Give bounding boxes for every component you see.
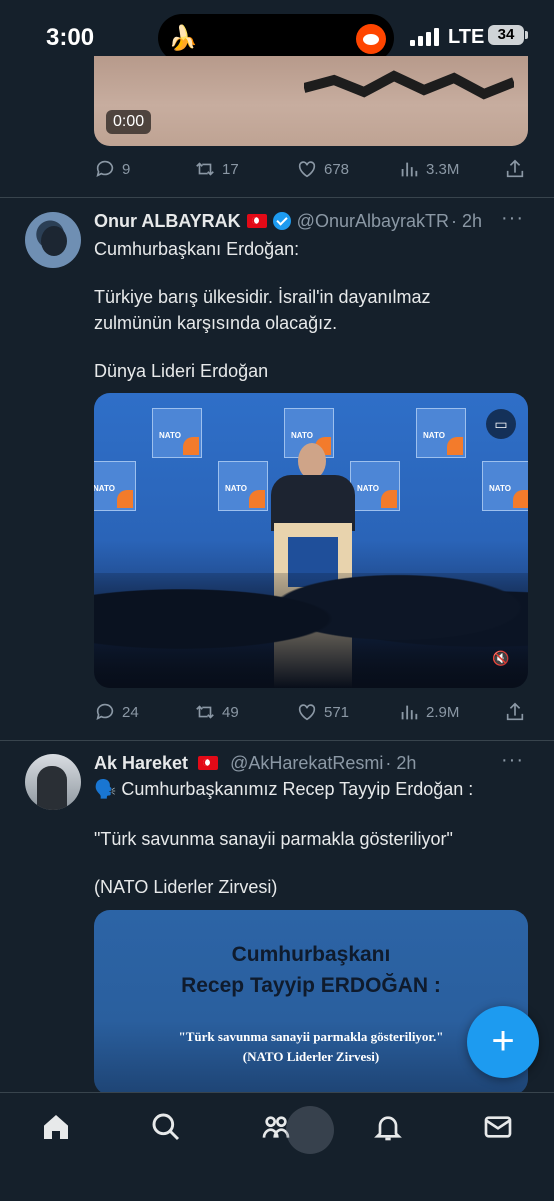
avatar[interactable] xyxy=(25,754,81,810)
reddit-icon xyxy=(356,24,386,54)
author-name[interactable]: Onur ALBAYRAK xyxy=(94,211,241,232)
author-handle[interactable]: @OnurAlbayrakTR xyxy=(297,211,449,232)
more-options-icon[interactable]: ··· xyxy=(501,207,524,231)
retweet-button[interactable]: 17 xyxy=(194,155,239,183)
bottom-navigation xyxy=(0,1092,554,1201)
image-text: Recep Tayyip ERDOĞAN : xyxy=(181,974,441,997)
avatar[interactable] xyxy=(25,212,81,268)
retweet-icon xyxy=(196,705,214,719)
banana-app-icon: 🍌 xyxy=(168,25,198,52)
tweet-text-line: Cumhurbaşkanı Erdoğan: xyxy=(94,239,300,259)
home-icon[interactable] xyxy=(40,1111,72,1143)
video-frame xyxy=(304,70,514,100)
tweet-video[interactable]: NATO NATO NATO NATO NATO NATO NATO ▭ 🔇 xyxy=(94,393,528,688)
tweet-header: Ak Hareket @AkHarekatResmi · 2h xyxy=(94,751,416,775)
reply-icon xyxy=(96,160,114,177)
nato-backdrop: NATO xyxy=(94,461,136,511)
reply-icon xyxy=(96,703,114,720)
captions-icon[interactable]: ▭ xyxy=(486,409,516,439)
retweet-count: 17 xyxy=(222,160,239,178)
share-icon xyxy=(506,702,524,721)
tweet-text-line: (NATO Liderler Zirvesi) xyxy=(94,877,278,897)
tweet-time: · 2h xyxy=(451,210,483,231)
like-count: 571 xyxy=(324,703,350,721)
video-timer: 0:00 xyxy=(106,110,152,134)
speaker-figure xyxy=(298,443,326,479)
tweet-text-line: zulmünün karşısında olacağız. xyxy=(94,313,338,333)
avatar-silhouette xyxy=(41,226,67,256)
nato-backdrop: NATO xyxy=(482,461,528,511)
image-text: "Türk savunma sanayii parmakla gösterili… xyxy=(178,1029,444,1044)
retweet-button[interactable]: 49 xyxy=(194,698,239,726)
tweet-time: · 2h xyxy=(385,752,417,773)
image-text: Cumhurbaşkanı xyxy=(231,943,391,966)
author-handle[interactable]: @AkHarekatResmi xyxy=(230,753,383,774)
tweet-divider xyxy=(0,197,554,198)
tweet-header: Onur ALBAYRAK @OnurAlbayrakTR · 2h xyxy=(94,209,482,233)
view-count: 2.9M xyxy=(426,703,460,721)
nato-backdrop: NATO xyxy=(152,408,202,458)
tweet-video[interactable]: 0:00 xyxy=(94,56,528,146)
share-icon xyxy=(506,159,524,178)
messages-icon[interactable] xyxy=(482,1111,514,1143)
retweet-count: 49 xyxy=(222,703,239,721)
tweet-actions: 24 49 571 2.9M xyxy=(94,698,528,726)
nato-backdrop: NATO xyxy=(218,461,268,511)
nato-backdrop: NATO xyxy=(416,408,466,458)
more-options-icon[interactable]: ··· xyxy=(501,749,524,773)
reply-count: 9 xyxy=(122,160,131,178)
share-button[interactable] xyxy=(504,155,526,183)
turkey-flag-icon xyxy=(198,756,219,770)
views-button[interactable]: 3.3M xyxy=(398,155,459,183)
signal-icon xyxy=(410,28,440,46)
verified-badge-icon xyxy=(272,212,291,230)
like-count: 678 xyxy=(324,160,350,178)
like-button[interactable]: 678 xyxy=(296,155,349,183)
views-icon xyxy=(401,162,418,177)
tweet-image[interactable]: Cumhurbaşkanı Recep Tayyip ERDOĞAN : "Tü… xyxy=(94,910,528,1095)
notifications-icon[interactable] xyxy=(372,1111,404,1143)
turkey-flag-icon xyxy=(246,214,267,228)
search-icon[interactable] xyxy=(150,1111,182,1143)
tweet-actions: 9 17 678 3.3M xyxy=(94,155,528,183)
views-button[interactable]: 2.9M xyxy=(398,698,459,726)
audience xyxy=(94,573,528,688)
reply-count: 24 xyxy=(122,703,139,721)
tweet-divider xyxy=(0,740,554,741)
image-text: (NATO Liderler Zirvesi) xyxy=(242,1049,380,1064)
heart-icon xyxy=(298,704,316,721)
reply-button[interactable]: 24 xyxy=(94,698,139,726)
mute-icon[interactable]: 🔇 xyxy=(486,643,516,673)
tweet-text-line: Dünya Lideri Erdoğan xyxy=(94,361,269,381)
play-icon[interactable] xyxy=(286,1106,334,1154)
status-time: 3:00 xyxy=(46,24,95,51)
heart-icon xyxy=(298,161,316,178)
avatar-silhouette xyxy=(37,766,67,810)
tweet-text-line: "Türk savunma sanayii parmakla gösterili… xyxy=(94,829,453,849)
battery-icon: 34 xyxy=(488,25,528,45)
carrier-label: LTE xyxy=(448,26,485,48)
nato-backdrop: NATO xyxy=(350,461,400,511)
reply-button[interactable]: 9 xyxy=(94,155,130,183)
views-icon xyxy=(401,705,418,720)
author-name[interactable]: Ak Hareket xyxy=(94,753,188,774)
retweet-icon xyxy=(196,162,214,176)
tweet-text-line: 🗣️ Cumhurbaşkanımız Recep Tayyip Erdoğan… xyxy=(94,779,474,799)
compose-tweet-button[interactable]: + xyxy=(467,1006,539,1078)
view-count: 3.3M xyxy=(426,160,460,178)
tweet-text-line: Türkiye barış ülkesidir. İsrail'in dayan… xyxy=(94,287,431,307)
share-button[interactable] xyxy=(504,698,526,726)
like-button[interactable]: 571 xyxy=(296,698,349,726)
